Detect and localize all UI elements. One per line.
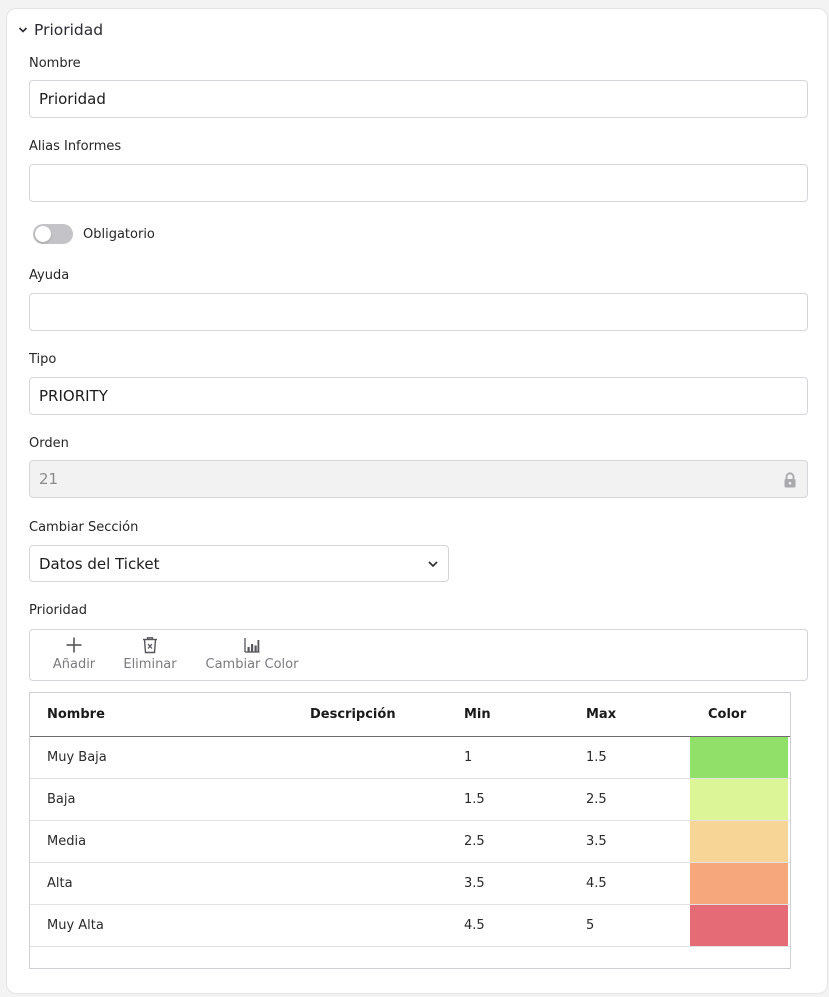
cell-nombre: Alta (47, 876, 73, 891)
cell-min: 1 (464, 750, 473, 765)
alias-informes-input[interactable] (29, 164, 808, 202)
column-header-max[interactable]: Max (586, 693, 616, 736)
delete-button-label: Eliminar (123, 657, 177, 672)
color-swatch[interactable] (690, 821, 788, 862)
color-swatch[interactable] (690, 905, 788, 946)
cell-min: 3.5 (464, 876, 485, 891)
orden-input-value: 21 (39, 470, 59, 488)
section-header-prioridad[interactable]: Prioridad (18, 21, 103, 39)
alias-informes-label: Alias Informes (29, 139, 122, 154)
field-config-panel: Prioridad Nombre Prioridad Alias Informe… (6, 8, 828, 994)
obligatorio-toggle-row: Obligatorio (33, 224, 155, 244)
table-row[interactable]: Baja 1.5 2.5 (30, 779, 790, 821)
change-color-button-label: Cambiar Color (205, 657, 299, 672)
bar-chart-icon (244, 638, 260, 653)
table-row[interactable]: Media 2.5 3.5 (30, 821, 790, 863)
orden-input: 21 (29, 460, 808, 498)
tipo-input[interactable]: PRIORITY (29, 377, 808, 415)
tipo-input-value: PRIORITY (39, 387, 108, 405)
cambiar-seccion-label: Cambiar Sección (29, 520, 139, 535)
cell-nombre: Muy Alta (47, 918, 104, 933)
prioridad-list-label: Prioridad (29, 603, 87, 618)
chevron-down-icon (428, 560, 438, 567)
cambiar-seccion-select[interactable]: Datos del Ticket (29, 545, 449, 582)
cell-min: 1.5 (464, 792, 485, 807)
table-row[interactable]: Alta 3.5 4.5 (30, 863, 790, 905)
cell-max: 3.5 (586, 834, 607, 849)
ayuda-input[interactable] (29, 293, 808, 331)
priority-toolbar: Añadir Eliminar Cambiar Color (29, 629, 808, 681)
cell-max: 4.5 (586, 876, 607, 891)
trash-icon (143, 637, 157, 654)
cell-min: 4.5 (464, 918, 485, 933)
nombre-label: Nombre (29, 56, 81, 71)
color-swatch[interactable] (690, 863, 788, 904)
add-button-label: Añadir (52, 657, 96, 672)
section-title: Prioridad (34, 21, 104, 39)
add-button[interactable]: Añadir (48, 630, 100, 680)
cell-max: 1.5 (586, 750, 607, 765)
column-header-color[interactable]: Color (708, 693, 746, 736)
table-row[interactable]: Muy Alta 4.5 5 (30, 905, 790, 947)
cell-max: 5 (586, 918, 595, 933)
orden-label: Orden (29, 436, 69, 451)
cell-nombre: Media (47, 834, 87, 849)
obligatorio-toggle[interactable] (33, 224, 73, 244)
cell-nombre: Baja (47, 792, 76, 807)
cambiar-seccion-value: Datos del Ticket (39, 554, 160, 573)
chevron-down-icon (18, 27, 28, 33)
color-swatch[interactable] (690, 779, 788, 820)
lock-icon (784, 472, 796, 488)
cell-max: 2.5 (586, 792, 607, 807)
obligatorio-label: Obligatorio (83, 226, 155, 242)
column-header-descripcion[interactable]: Descripción (310, 693, 396, 736)
tipo-label: Tipo (29, 352, 57, 367)
cell-nombre: Muy Baja (47, 750, 107, 765)
table-row[interactable]: Muy Baja 1 1.5 (30, 737, 790, 779)
priority-grid: Nombre Descripción Min Max Color Muy Baj… (29, 692, 791, 969)
toggle-knob (35, 226, 51, 242)
column-header-nombre[interactable]: Nombre (47, 693, 105, 736)
color-swatch[interactable] (690, 737, 788, 778)
plus-icon (66, 637, 82, 653)
delete-button[interactable]: Eliminar (120, 630, 180, 680)
cell-min: 2.5 (464, 834, 485, 849)
nombre-input[interactable]: Prioridad (29, 80, 808, 118)
nombre-input-value: Prioridad (39, 90, 106, 108)
change-color-button[interactable]: Cambiar Color (202, 630, 302, 680)
column-header-min[interactable]: Min (464, 693, 491, 736)
ayuda-label: Ayuda (29, 268, 70, 283)
